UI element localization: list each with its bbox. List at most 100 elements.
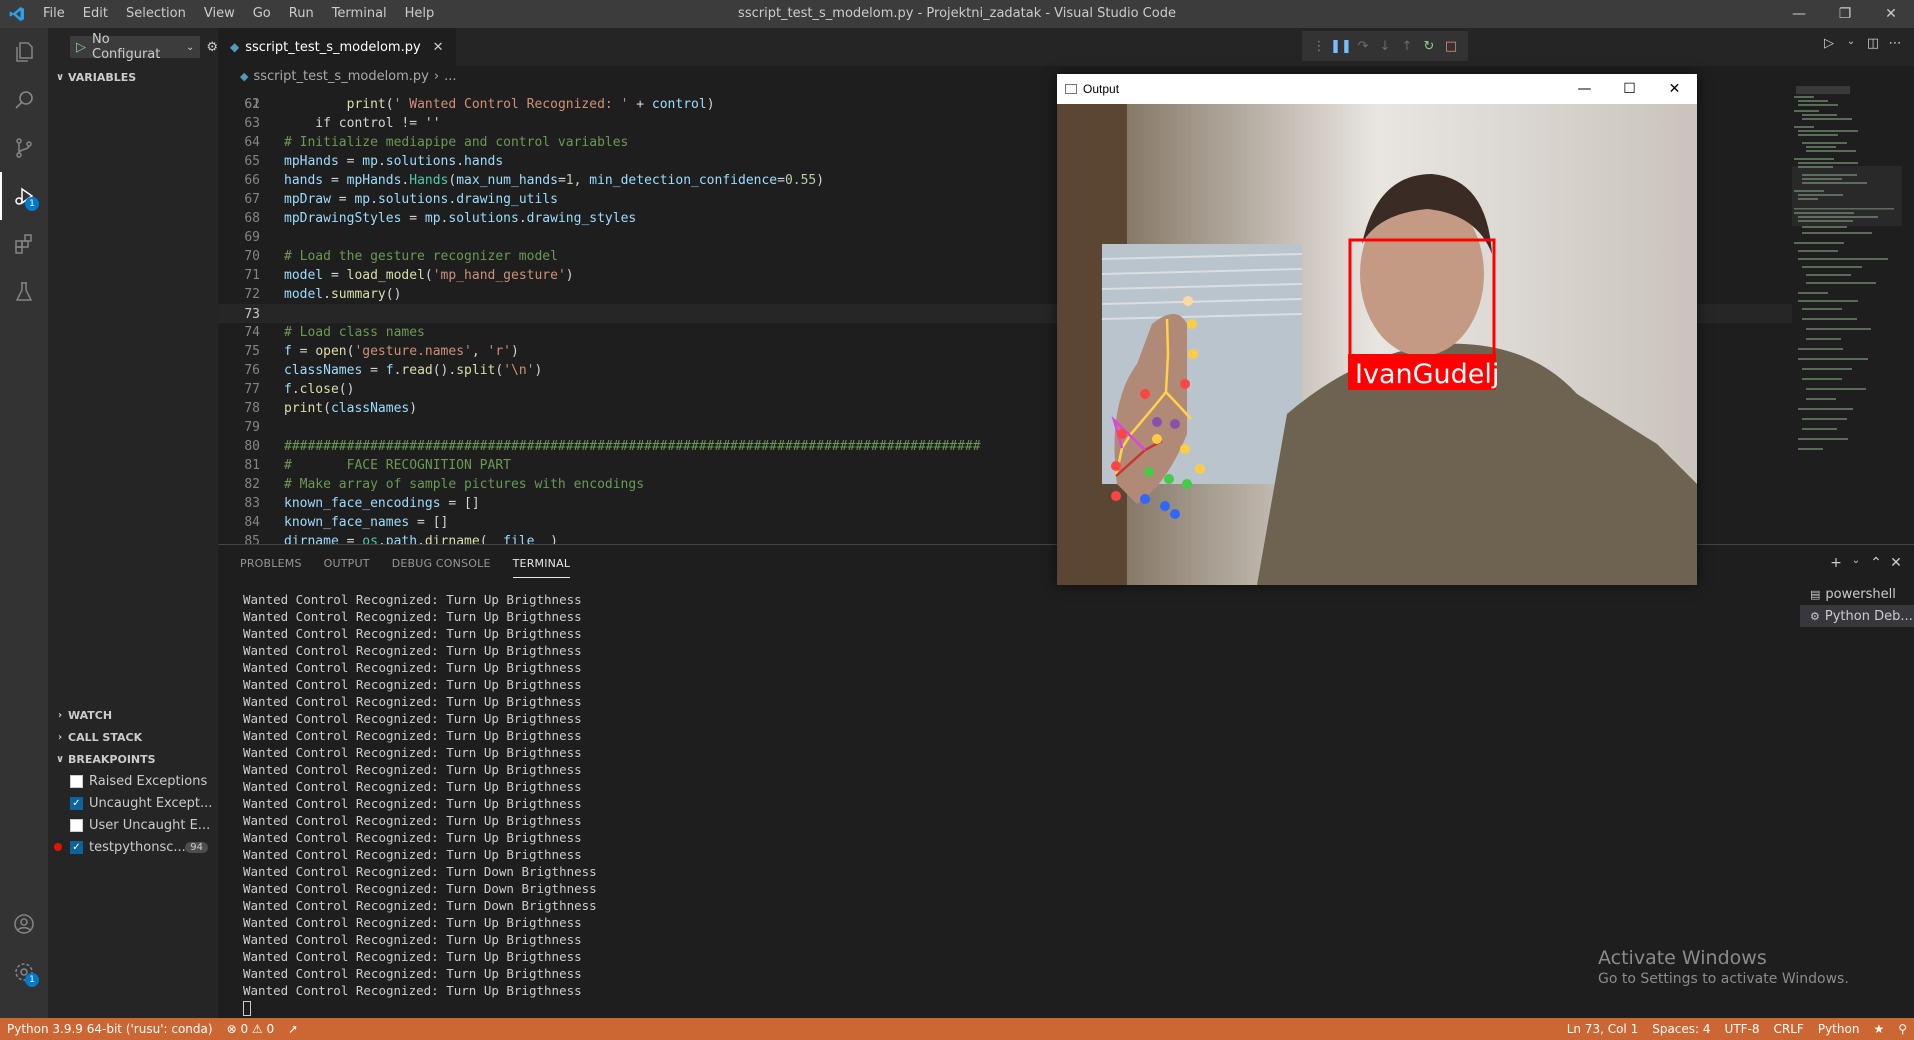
terminal-line: Wanted Control Recognized: Turn Up Brigt…	[243, 983, 582, 998]
notifications-bell-icon[interactable]: ⚲	[1891, 1022, 1914, 1036]
code-token: )	[550, 534, 558, 544]
drag-handle-icon[interactable]: ⋮	[1308, 39, 1330, 54]
close-icon[interactable]: ✕	[1652, 74, 1697, 104]
terminal-line: Wanted Control Recognized: Turn Up Brigt…	[243, 915, 582, 930]
title-bar: File Edit Selection View Go Run Terminal…	[0, 0, 1914, 28]
pause-icon[interactable]: ❚❚	[1330, 39, 1352, 54]
feedback-icon[interactable]: ★	[1866, 1022, 1891, 1036]
close-icon[interactable]: ✕	[1868, 0, 1914, 28]
restart-icon[interactable]: ↻	[1418, 39, 1440, 54]
problems-indicator[interactable]: ⊗ 0 ⚠ 0	[220, 1022, 282, 1036]
tab-terminal[interactable]: TERMINAL	[512, 550, 571, 578]
breadcrumb-rest[interactable]: ...	[444, 69, 456, 84]
step-out-icon[interactable]: ↑	[1396, 39, 1418, 54]
cursor-position[interactable]: Ln 73, Col 1	[1560, 1022, 1646, 1036]
debug-settings-icon[interactable]: ⚙	[206, 40, 218, 55]
menu-help[interactable]: Help	[396, 0, 444, 28]
maximize-icon[interactable]: ☐	[1607, 74, 1652, 104]
indentation[interactable]: Spaces: 4	[1645, 1022, 1717, 1036]
checkbox[interactable]	[70, 774, 83, 788]
code-token: ()	[338, 382, 355, 397]
restore-icon[interactable]: ❐	[1822, 0, 1868, 28]
chevron-right-icon: ›	[433, 68, 440, 84]
code-token: classNames	[330, 401, 410, 416]
minimize-icon[interactable]: —	[1562, 74, 1607, 104]
code-token: 'gesture.names'	[354, 344, 472, 359]
call-stack-section-header[interactable]: › CALL STACK	[48, 726, 218, 748]
settings-gear-icon[interactable]: 1	[0, 948, 48, 996]
debug-config-select[interactable]: ▷ No Configurat ⌄	[70, 32, 201, 62]
breadcrumb-file[interactable]: sscript_test_s_modelom.py	[253, 69, 428, 84]
chevron-right-icon: ›	[57, 709, 63, 721]
menu-view[interactable]: View	[195, 0, 244, 28]
breakpoints-section-header[interactable]: ∨ BREAKPOINTS	[48, 748, 218, 770]
activate-title: Activate Windows	[1598, 947, 1767, 969]
close-panel-icon[interactable]: ✕	[1886, 555, 1906, 571]
language-mode[interactable]: Python	[1811, 1022, 1867, 1036]
terminal-line: Wanted Control Recognized: Turn Up Brigt…	[243, 711, 582, 726]
code-token: f	[284, 344, 292, 359]
terminal-item-python-debug[interactable]: ⚙ Python Deb...	[1800, 605, 1914, 627]
terminal-output[interactable]: Wanted Control Recognized: Turn Up Brigt…	[243, 591, 1443, 1016]
extensions-icon[interactable]	[0, 220, 48, 268]
variables-section-header[interactable]: ∨ VARIABLES	[48, 66, 218, 88]
python-file-icon: ◆	[240, 69, 249, 83]
menu-terminal[interactable]: Terminal	[323, 0, 396, 28]
tab-output[interactable]: OUTPUT	[324, 545, 370, 583]
menu-file[interactable]: File	[34, 0, 74, 28]
terminal-line: Wanted Control Recognized: Turn Up Brigt…	[243, 728, 582, 743]
line-endings[interactable]: CRLF	[1767, 1022, 1811, 1036]
python-interpreter[interactable]: Python 3.9.9 64-bit ('rusu': conda)	[0, 1022, 220, 1036]
line-number: 75	[244, 344, 260, 359]
account-icon[interactable]	[0, 900, 48, 948]
code-token: read	[401, 363, 433, 378]
minimize-icon[interactable]: —	[1776, 0, 1822, 28]
code-token: +	[628, 97, 652, 112]
terminal-line: Wanted Control Recognized: Turn Up Brigt…	[243, 626, 582, 641]
code-token: =	[557, 173, 566, 188]
menu-selection[interactable]: Selection	[117, 0, 195, 28]
terminal-dropdown-icon[interactable]: ⌄	[1846, 555, 1866, 571]
step-over-icon[interactable]: ↷	[1352, 39, 1374, 54]
live-share-icon[interactable]: ➚	[281, 1022, 305, 1036]
terminal-line: Wanted Control Recognized: Turn Up Brigt…	[243, 694, 582, 709]
source-control-icon[interactable]	[0, 124, 48, 172]
breakpoint-uncaught-exceptions[interactable]: ✓ Uncaught Except...	[48, 792, 218, 814]
run-debug-icon[interactable]: 1	[0, 172, 48, 220]
testing-icon[interactable]	[0, 268, 48, 316]
tab-active-file[interactable]: ◆ sscript_test_s_modelom.py ✕	[218, 28, 456, 66]
tab-problems[interactable]: PROBLEMS	[240, 545, 302, 583]
breakpoint-user-uncaught[interactable]: User Uncaught E...	[48, 814, 218, 836]
step-into-icon[interactable]: ↓	[1374, 39, 1396, 54]
code-text: print(classNames)	[284, 399, 417, 418]
menu-edit[interactable]: Edit	[74, 0, 117, 28]
maximize-panel-icon[interactable]: ⌃	[1866, 555, 1886, 571]
line-number: 72	[244, 287, 260, 302]
code-token: print	[346, 97, 386, 112]
run-file-icon[interactable]: ▷	[1818, 36, 1840, 51]
checkbox[interactable]	[70, 818, 83, 832]
explorer-icon[interactable]	[0, 28, 48, 76]
tab-debug-console[interactable]: DEBUG CONSOLE	[392, 545, 491, 583]
stop-icon[interactable]: □	[1440, 39, 1462, 54]
split-editor-icon[interactable]: ◫	[1862, 36, 1884, 51]
search-icon[interactable]	[0, 76, 48, 124]
file-encoding[interactable]: UTF-8	[1718, 1022, 1767, 1036]
terminal-line: Wanted Control Recognized: Turn Up Brigt…	[243, 643, 582, 658]
more-actions-icon[interactable]: ⋯	[1884, 36, 1906, 51]
start-debug-icon[interactable]: ▷	[76, 40, 86, 55]
new-terminal-icon[interactable]: +	[1826, 555, 1846, 571]
close-tab-icon[interactable]: ✕	[433, 40, 444, 55]
watch-section-header[interactable]: › WATCH	[48, 704, 218, 726]
menu-run[interactable]: Run	[280, 0, 323, 28]
checkbox[interactable]: ✓	[70, 796, 83, 810]
output-window-title: Output	[1083, 82, 1120, 96]
breakpoint-file[interactable]: ✓ testpythonsc... 94	[48, 836, 218, 858]
minimap[interactable]	[1792, 86, 1902, 544]
terminal-item-powershell[interactable]: ▤ powershell	[1800, 583, 1914, 605]
breakpoint-raised-exceptions[interactable]: Raised Exceptions	[48, 770, 218, 792]
checkbox[interactable]: ✓	[70, 840, 83, 854]
line-number: 76	[244, 363, 260, 378]
menu-go[interactable]: Go	[244, 0, 280, 28]
run-dropdown-icon[interactable]: ⌄	[1840, 36, 1862, 51]
